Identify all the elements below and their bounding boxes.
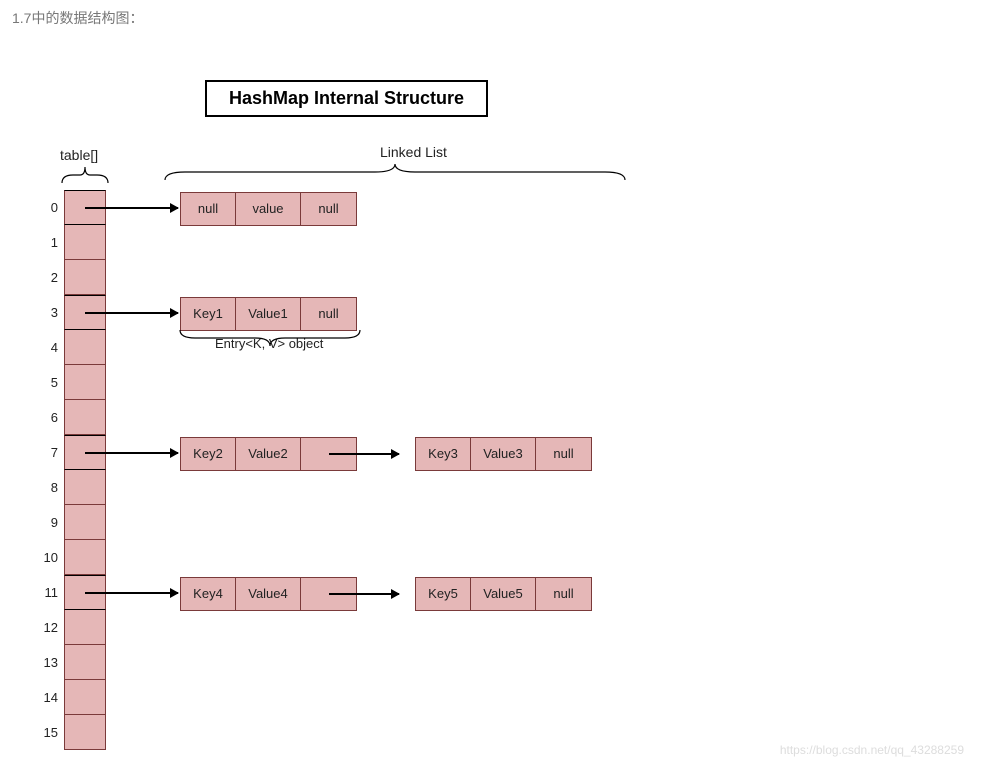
- entry-key: Key3: [416, 438, 471, 470]
- table-index: 13: [40, 655, 64, 670]
- table-index: 3: [40, 305, 64, 320]
- table-bracket: [62, 165, 108, 183]
- entry-bracket: [180, 330, 360, 348]
- table-index: 11: [40, 585, 64, 600]
- table-index: 9: [40, 515, 64, 530]
- table-row: 2: [40, 260, 106, 295]
- table-label: table[]: [60, 147, 98, 163]
- table-index: 1: [40, 235, 64, 250]
- entry-next: null: [301, 298, 356, 330]
- pointer-arrow: [85, 207, 178, 209]
- table-slot: [64, 610, 106, 645]
- next-pointer-arrow: [329, 593, 399, 595]
- entry-object: Key1Value1null: [180, 297, 357, 331]
- entry-key: Key5: [416, 578, 471, 610]
- entry-key: null: [181, 193, 236, 225]
- table-slot: [64, 260, 106, 295]
- table-index: 15: [40, 725, 64, 740]
- table-slot: [64, 470, 106, 505]
- entry-key: Key4: [181, 578, 236, 610]
- chain-row: Key4Value4 Key5Value5null: [180, 577, 592, 611]
- table-row: 13: [40, 645, 106, 680]
- watermark-text: https://blog.csdn.net/qq_43288259: [780, 743, 964, 757]
- table-slot: [64, 225, 106, 260]
- table-row: 5: [40, 365, 106, 400]
- table-slot: [64, 715, 106, 750]
- entry-key: Key2: [181, 438, 236, 470]
- next-pointer-arrow: [329, 453, 399, 455]
- table-slot: [64, 645, 106, 680]
- table-row: 14: [40, 680, 106, 715]
- table-index: 4: [40, 340, 64, 355]
- table-slot: [64, 400, 106, 435]
- entry-value: Value4: [236, 578, 301, 610]
- table-row: 10: [40, 540, 106, 575]
- entry-object: nullvaluenull: [180, 192, 357, 226]
- entry-key: Key1: [181, 298, 236, 330]
- table-row: 1: [40, 225, 106, 260]
- table-row: 9: [40, 505, 106, 540]
- chain-row: Key1Value1null: [180, 297, 357, 331]
- entry-next: null: [536, 438, 591, 470]
- table-row: 12: [40, 610, 106, 645]
- table-row: 4: [40, 330, 106, 365]
- table-slot: [64, 330, 106, 365]
- linked-list-bracket: [165, 162, 625, 180]
- table-slot: [64, 365, 106, 400]
- entry-value: Value5: [471, 578, 536, 610]
- table-index: 14: [40, 690, 64, 705]
- pointer-arrow: [85, 452, 178, 454]
- entry-value: Value1: [236, 298, 301, 330]
- figure-caption: 1.7中的数据结构图：: [12, 8, 143, 28]
- entry-next: null: [301, 193, 356, 225]
- table-row: 8: [40, 470, 106, 505]
- pointer-arrow: [85, 592, 178, 594]
- table-slot: [64, 540, 106, 575]
- chain-row: nullvaluenull: [180, 192, 357, 226]
- entry-value: Value3: [471, 438, 536, 470]
- table-index: 12: [40, 620, 64, 635]
- entry-next: null: [536, 578, 591, 610]
- table-index: 10: [40, 550, 64, 565]
- table-index: 2: [40, 270, 64, 285]
- table-row: 6: [40, 400, 106, 435]
- table-index: 5: [40, 375, 64, 390]
- table-row: 15: [40, 715, 106, 750]
- entry-object: Key3Value3null: [415, 437, 592, 471]
- table-index: 7: [40, 445, 64, 460]
- table-array: 0123456789101112131415: [40, 190, 106, 750]
- entry-value: value: [236, 193, 301, 225]
- pointer-arrow: [85, 312, 178, 314]
- linked-list-label: Linked List: [380, 144, 447, 160]
- diagram-title: HashMap Internal Structure: [205, 80, 488, 117]
- table-index: 6: [40, 410, 64, 425]
- table-slot: [64, 680, 106, 715]
- table-slot: [64, 505, 106, 540]
- entry-value: Value2: [236, 438, 301, 470]
- chain-row: Key2Value2 Key3Value3null: [180, 437, 592, 471]
- table-index: 0: [40, 200, 64, 215]
- table-index: 8: [40, 480, 64, 495]
- entry-object: Key5Value5null: [415, 577, 592, 611]
